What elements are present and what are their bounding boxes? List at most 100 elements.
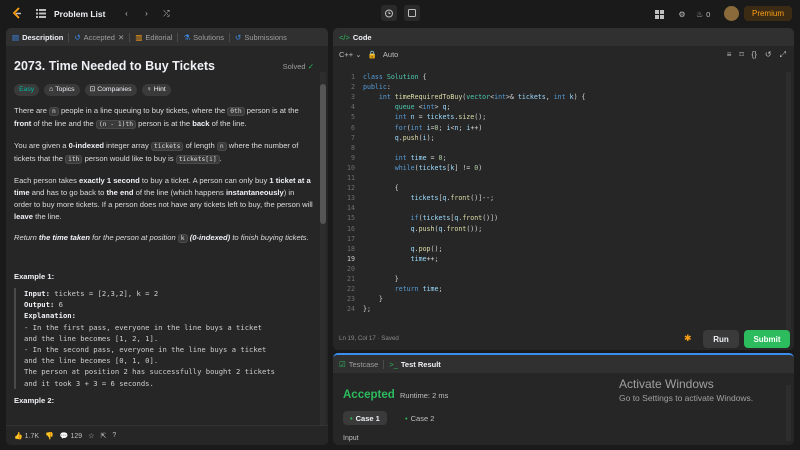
editor-actions: ≡ ⌑ {} ↺ ⤢ <box>727 50 786 60</box>
solved-label: Solved <box>282 62 306 71</box>
description-footer: 👍 1.7K 👎 💬 129 ☆ ⇱ ? <box>6 425 328 445</box>
divider <box>177 32 179 42</box>
activate-windows-title: Activate Windows <box>619 377 714 391</box>
leetcode-logo-icon[interactable] <box>10 7 24 21</box>
streak-count: 0 <box>706 9 711 19</box>
result-scrollbar[interactable] <box>786 385 791 441</box>
example-1-title: Example 1: <box>14 272 55 281</box>
tab-label: Description <box>22 32 64 42</box>
example-2-title: Example 2: <box>14 395 55 405</box>
companies-pill[interactable]: ⊡ Companies <box>84 84 137 96</box>
check-circle-icon: ✓ <box>307 62 314 71</box>
divider <box>68 32 70 42</box>
top-bar: Problem List ‹ › ⤮ ⚙ ♨ 0 Premium <box>0 0 800 27</box>
terminal-icon: >_ <box>389 359 398 369</box>
code-editor[interactable]: 1 class Solution { 2 public: 3 int timeReq… <box>333 72 794 350</box>
description-tabs: ▤ Description ↺ Accepted ✕ ▥ Editorial ⚗ Solu… <box>6 28 328 46</box>
result-tabs: ☑ Testcase >_ Test Result <box>333 355 794 373</box>
chevron-left-icon[interactable]: ‹ <box>119 7 133 21</box>
premium-button[interactable]: Premium <box>743 6 792 21</box>
star-icon[interactable]: ☆ <box>88 432 94 440</box>
hint-pill[interactable]: ♀ Hint <box>141 84 171 96</box>
tag-pills: Easy ⌂ Topics ⊡ Companies ♀ Hint <box>14 84 314 96</box>
streak-counter[interactable]: ♨ 0 <box>696 7 710 21</box>
tab-testcase[interactable]: ☑ Testcase <box>339 360 378 369</box>
dislike-button[interactable]: 👎 <box>45 432 54 440</box>
case-1-button[interactable]: • Case 1 <box>343 411 387 425</box>
divider <box>229 32 231 42</box>
tab-accepted[interactable]: ↺ Accepted ✕ <box>74 33 124 42</box>
editor-scrollbar[interactable] <box>786 72 791 332</box>
auto-mode[interactable]: Auto <box>383 50 398 59</box>
dot-icon: • <box>350 413 353 423</box>
comments-button[interactable]: 💬 129 <box>60 432 82 440</box>
case-2-label: Case 2 <box>410 413 435 423</box>
scrollbar-thumb[interactable] <box>320 84 326 224</box>
companies-label: Companies <box>97 86 132 93</box>
reset-icon[interactable]: ↺ <box>765 50 772 60</box>
braces-icon[interactable]: {} <box>752 50 757 60</box>
submit-button[interactable]: Submit <box>744 330 790 348</box>
layout-icon[interactable] <box>652 7 666 21</box>
shuffle-icon[interactable]: ⤮ <box>159 7 173 21</box>
format-icon[interactable]: ≡ <box>727 50 732 60</box>
lock-icon: ⊡ <box>89 86 96 93</box>
solved-status: Solved ✓ <box>283 61 314 73</box>
testcase-label: Testcase <box>348 359 379 369</box>
runtime: Runtime: 2 ms <box>400 391 449 400</box>
like-button[interactable]: 👍 1.7K <box>14 432 39 440</box>
topics-pill[interactable]: ⌂ Topics <box>44 84 80 96</box>
settings-gear-icon[interactable]: ⚙ <box>675 7 689 21</box>
case-2-button[interactable]: • Case 2 <box>401 411 438 425</box>
tab-submissions[interactable]: ↺ Submissions <box>235 33 287 42</box>
notes-icon[interactable] <box>404 5 420 21</box>
problem-list-link[interactable]: Problem List <box>54 9 105 19</box>
code-header: </> Code <box>333 28 794 46</box>
lock-icon: 🔒 <box>367 50 377 59</box>
expand-icon[interactable]: ⤢ <box>780 50 786 60</box>
checkbox-icon: ☑ <box>339 359 346 369</box>
run-button[interactable]: Run <box>703 330 739 348</box>
editor-toolbar: C++ ⌄ 🔒 Auto <box>339 50 398 59</box>
hint-label: Hint <box>153 86 166 93</box>
help-icon[interactable]: ? <box>112 432 116 439</box>
timer-icon[interactable] <box>381 5 397 21</box>
code-tab-label[interactable]: Code <box>353 33 372 42</box>
problem-list-icon[interactable] <box>34 7 48 21</box>
debug-icon[interactable]: ✱ <box>684 333 692 344</box>
history-icon: ↺ <box>235 32 242 42</box>
flask-icon: ⚗ <box>183 32 191 42</box>
document-icon: ▤ <box>12 32 20 42</box>
divider <box>383 359 385 369</box>
test-result-label: Test Result <box>400 359 441 369</box>
bookmark-icon[interactable]: ⌑ <box>739 50 743 60</box>
book-icon: ▥ <box>135 32 143 42</box>
paragraph-2: You are given a 0-indexed integer array … <box>14 141 299 164</box>
tab-editorial[interactable]: ▥ Editorial <box>135 33 172 42</box>
description-panel: ▤ Description ↺ Accepted ✕ ▥ Editorial ⚗ Solu… <box>6 28 328 445</box>
tab-test-result[interactable]: >_ Test Result <box>389 360 440 369</box>
topics-label: Topics <box>55 86 75 93</box>
tab-description[interactable]: ▤ Description <box>12 33 63 42</box>
chevron-right-icon[interactable]: › <box>139 7 153 21</box>
divider <box>129 32 131 42</box>
language-select[interactable]: C++ ⌄ <box>339 50 362 59</box>
tag-icon: ⌂ <box>49 86 54 93</box>
editor-status: Ln 19, Col 17 · Saved <box>339 335 399 342</box>
tab-label: Solutions <box>193 32 225 42</box>
close-icon[interactable]: ✕ <box>118 33 124 42</box>
activate-windows-subtitle: Go to Settings to activate Windows. <box>619 393 754 403</box>
accepted-status: Accepted <box>343 389 395 401</box>
problem-title: 2073. Time Needed to Buy Tickets <box>14 59 216 73</box>
tab-label: Editorial <box>145 32 173 42</box>
lightbulb-icon: ♀ <box>146 86 152 93</box>
avatar[interactable] <box>724 6 739 21</box>
comment-count: 129 <box>70 432 83 440</box>
dot-icon: • <box>405 413 408 423</box>
language-label: C++ <box>339 50 354 59</box>
share-icon[interactable]: ⇱ <box>100 432 106 440</box>
flame-icon: ♨ <box>696 9 704 19</box>
tab-label: Accepted <box>83 32 115 42</box>
tab-solutions[interactable]: ⚗ Solutions <box>183 33 224 42</box>
example-1-block: Input: tickets = [2,3,2], k = 2 Output: … <box>14 288 314 389</box>
